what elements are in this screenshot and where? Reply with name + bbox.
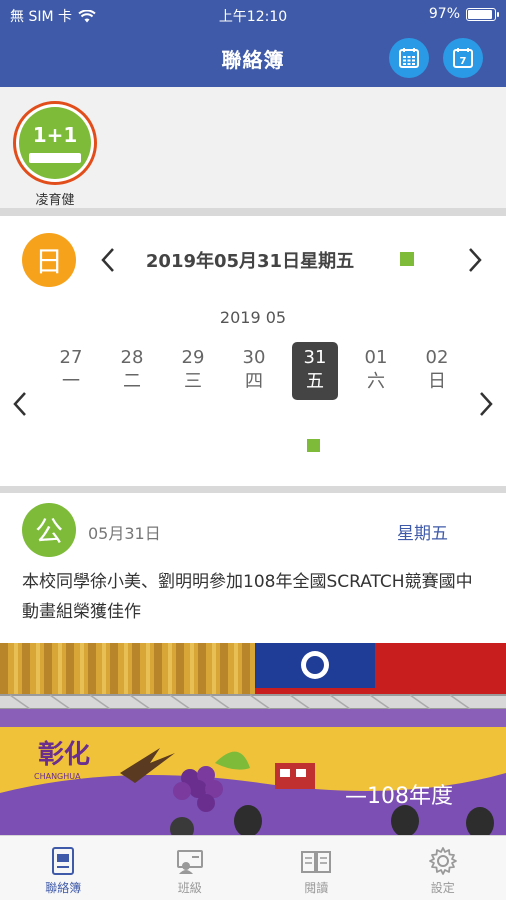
- chevron-left-icon: [101, 248, 114, 272]
- announcement-weekday: 星期五: [397, 524, 448, 544]
- week-day-weekday: 五: [306, 371, 324, 392]
- current-date-title: 2019年05月31日星期五: [145, 251, 355, 272]
- week-day-weekday: 日: [428, 371, 446, 392]
- announcement-photo[interactable]: 彰化 CHANGHUA —108年度: [0, 643, 506, 835]
- week-day-number: 02: [425, 347, 449, 368]
- tab-class[interactable]: 班級: [127, 836, 254, 900]
- divider: [0, 208, 506, 216]
- tab-label: 聯絡簿: [45, 881, 82, 895]
- photo-image: 彰化 CHANGHUA —108年度: [0, 643, 506, 835]
- status-bar: 無 SIM 卡 上午12:10 97%: [0, 0, 506, 28]
- prev-date-button[interactable]: [96, 242, 120, 278]
- battery-icon: [466, 7, 499, 21]
- tab-label: 班級: [177, 881, 202, 895]
- photo-logo-sub: CHANGHUA: [34, 772, 81, 781]
- week-day-cell[interactable]: 27 一: [48, 342, 94, 400]
- week-day-weekday: 一: [62, 371, 80, 392]
- week-day-number: 27: [59, 347, 83, 368]
- student-name: 凌育健: [35, 193, 75, 208]
- calendar-day-button[interactable]: 7: [443, 38, 483, 78]
- week-day-number: 28: [120, 347, 144, 368]
- student-logo-text: 1+1: [32, 123, 78, 147]
- student-avatar[interactable]: 1+1: [13, 101, 97, 185]
- week-day-weekday: 六: [367, 371, 385, 392]
- page-title: 聯絡簿: [221, 48, 285, 72]
- next-date-button[interactable]: [463, 242, 487, 278]
- week-day-cell[interactable]: 01 六: [353, 342, 399, 400]
- tab-label: 閱讀: [304, 881, 329, 895]
- week-day-number: 31: [303, 347, 327, 368]
- week-day-cell[interactable]: 29 三: [170, 342, 216, 400]
- contact-book-icon: [52, 847, 75, 875]
- photo-banner-text: —108年度: [345, 784, 453, 809]
- calendar-month-button[interactable]: [389, 38, 429, 78]
- day-view: 日 2019年05月31日星期五 2019 05 27 一 28 二 29 三 30 四 31 五…: [0, 216, 506, 486]
- date-status-indicator: [400, 252, 414, 266]
- divider: [0, 486, 506, 493]
- tab-contact-book[interactable]: 聯絡簿: [0, 836, 127, 900]
- gear-icon: [428, 847, 457, 875]
- calendar-day-icon: 7: [453, 48, 473, 68]
- week-day-weekday: 四: [245, 371, 263, 392]
- class-icon: [176, 850, 203, 874]
- tab-bar: 聯絡簿 班級 閱讀 設定: [0, 835, 506, 900]
- book-icon: [301, 851, 332, 873]
- week-day-cell[interactable]: 02 日: [414, 342, 460, 400]
- week-day-number: 30: [242, 347, 266, 368]
- student-selector: 1+1 凌育健: [0, 87, 506, 208]
- announcement-date: 05月31日: [88, 524, 161, 543]
- week-day-cell[interactable]: 31 五: [292, 342, 338, 400]
- week-day-weekday: 三: [184, 371, 202, 392]
- chevron-right-icon: [480, 392, 493, 416]
- prev-week-button[interactable]: [8, 386, 32, 422]
- student-avatar-image: 1+1: [19, 107, 91, 179]
- next-week-button[interactable]: [474, 386, 498, 422]
- calendar-day-number: 7: [460, 56, 467, 67]
- selected-day-indicator: [307, 439, 320, 452]
- day-badge: 日: [22, 233, 76, 287]
- chevron-right-icon: [469, 248, 482, 272]
- announcement-card[interactable]: 公 05月31日 星期五 本校同學徐小美、劉明明參加108年全國SCRATCH競…: [0, 493, 506, 643]
- chevron-left-icon: [13, 392, 26, 416]
- tab-label: 設定: [430, 881, 455, 895]
- week-day-number: 29: [181, 347, 205, 368]
- battery-percent: 97%: [428, 6, 460, 22]
- tab-settings[interactable]: 設定: [380, 836, 506, 900]
- calendar-grid-icon: [399, 48, 419, 68]
- week-day-number: 01: [364, 347, 388, 368]
- announcement-text: 本校同學徐小美、劉明明參加108年全國SCRATCH競賽國中動畫組榮獲佳作: [22, 572, 473, 622]
- app-header: 無 SIM 卡 上午12:10 97% 聯絡簿 7: [0, 0, 506, 87]
- month-label: 2019 05: [219, 308, 287, 327]
- week-day-weekday: 二: [123, 371, 141, 392]
- status-right: 97%: [428, 6, 499, 22]
- battery-fill: [468, 9, 492, 19]
- announcement-badge: 公: [22, 503, 76, 557]
- photo-logo-text: 彰化: [38, 739, 90, 770]
- student-logo-bar: [29, 153, 81, 163]
- tab-reading[interactable]: 閱讀: [253, 836, 380, 900]
- week-day-cell[interactable]: 30 四: [231, 342, 277, 400]
- week-day-cell[interactable]: 28 二: [109, 342, 155, 400]
